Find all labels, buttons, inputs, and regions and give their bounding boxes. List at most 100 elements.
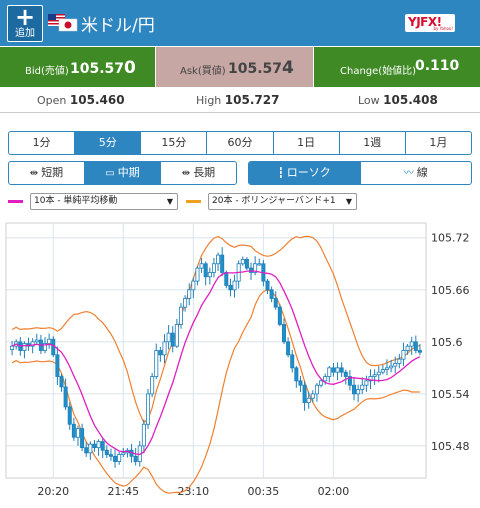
candle-body	[310, 393, 315, 399]
candle-body	[174, 324, 179, 347]
candle-body	[389, 365, 394, 369]
ohl-row: Open 105.460 High 105.727 Low 105.408	[0, 87, 480, 113]
candle-body	[100, 441, 105, 451]
candle-body	[216, 254, 221, 265]
candle-body	[240, 259, 245, 265]
candle-body	[191, 280, 196, 291]
candle-body	[63, 386, 68, 408]
chevron-down-icon: ▼	[166, 197, 173, 206]
bb-indicator: 20本 - ボリンジャーバンド+1 ▼	[186, 193, 358, 210]
candle-body	[352, 384, 357, 395]
candle-body	[413, 341, 418, 351]
term-short-button[interactable]: ⇹ 短期	[9, 162, 85, 184]
timeframe-tab[interactable]: 5分	[75, 132, 142, 154]
change-label: Change(始値比)	[340, 66, 417, 77]
candle-body	[306, 397, 311, 403]
term-mid-button[interactable]: ▭ 中期	[85, 162, 161, 184]
x-tick-label: 20:20	[37, 485, 69, 498]
ask-pip: 4	[282, 58, 294, 78]
change-panel: Change(始値比) 0.110	[314, 47, 480, 87]
timeframe-tab[interactable]: 1月	[406, 132, 471, 154]
candle-body	[88, 443, 93, 454]
candle-body	[220, 254, 225, 273]
candle-body	[302, 384, 307, 403]
timeframe-tab[interactable]: 1分	[9, 132, 76, 154]
candle-body	[265, 280, 270, 291]
candle-body	[372, 374, 377, 377]
candle-body	[232, 280, 237, 291]
candle-body	[67, 406, 72, 425]
timeframe-tabs: 1分 5分 15分 60分 1日 1週 1月	[8, 131, 472, 155]
candle-body	[55, 354, 60, 377]
candle-icon: ┇	[277, 168, 284, 179]
candle-body	[257, 263, 262, 266]
candle-button[interactable]: ┇ ローソク	[249, 162, 361, 184]
candle-body	[158, 350, 163, 356]
line-button[interactable]: 〰線	[361, 162, 472, 184]
candle-body	[298, 380, 303, 386]
candle-body	[71, 423, 76, 438]
candle-body	[104, 449, 109, 455]
candle-body	[166, 332, 171, 343]
timeframe-tab[interactable]: 1週	[340, 132, 406, 154]
candle-body	[108, 454, 113, 457]
candle-body	[273, 298, 278, 308]
candle-body	[80, 428, 85, 449]
top-bar: + 追加 米ドル/円 YJFX! by Yahoo!	[0, 0, 480, 46]
logo-sub: by Yahoo!	[433, 26, 453, 31]
candle-body	[154, 350, 159, 377]
y-tick-label: 105.6	[431, 336, 463, 349]
candle-body	[133, 455, 138, 462]
x-tick-label: 21:45	[107, 485, 139, 498]
timeframe-tab[interactable]: 1日	[274, 132, 340, 154]
open-stat: Open 105.460	[37, 93, 125, 107]
candle-body	[331, 367, 336, 373]
candle-body	[203, 263, 208, 278]
candle-body	[397, 358, 402, 364]
candle-body	[319, 380, 324, 386]
ask-panel[interactable]: Ask(買値) 105.574	[156, 47, 313, 87]
candle-body	[75, 428, 80, 438]
y-tick-label: 105.48	[431, 440, 470, 453]
plus-icon: +	[14, 3, 36, 31]
candle-body	[409, 341, 414, 347]
candle-body	[207, 272, 212, 278]
add-button[interactable]: + 追加	[7, 5, 43, 42]
bb-select[interactable]: 20本 - ボリンジャーバンド+1 ▼	[208, 193, 357, 210]
pair-title: 米ドル/円	[81, 16, 155, 36]
candle-body	[417, 350, 422, 353]
price-chart[interactable]: 105.72105.66105.6105.54105.4820:20 21:45 2…	[0, 215, 480, 508]
candle-body	[401, 350, 406, 360]
timeframe-tab[interactable]: 60分	[207, 132, 274, 154]
candle-body	[113, 455, 118, 462]
candle-body	[405, 345, 410, 351]
candle-body	[183, 298, 188, 308]
ma-select[interactable]: 10本 - 単純平均移動 ▼	[30, 193, 178, 210]
candle-body	[59, 376, 64, 388]
chevron-down-icon: ▼	[345, 197, 352, 206]
candle-body	[34, 339, 39, 343]
candle-body	[146, 393, 151, 425]
timeframe-tab[interactable]: 15分	[141, 132, 208, 154]
candle-body	[10, 345, 15, 351]
bid-pip: 0	[124, 58, 136, 78]
candle-body	[84, 447, 89, 454]
candle-body	[360, 384, 365, 390]
term-long-button[interactable]: ⇹ 長期	[161, 162, 236, 184]
low-stat: Low 105.408	[358, 93, 438, 107]
ma-color-swatch	[8, 200, 23, 203]
candle-body	[22, 343, 27, 351]
candle-body	[356, 389, 361, 395]
candle-body	[51, 338, 56, 356]
bb-color-swatch	[186, 200, 201, 203]
yjfx-logo: YJFX! by Yahoo!	[405, 14, 455, 32]
candle-body	[211, 263, 216, 273]
bid-panel[interactable]: Bid(売値) 105.570	[0, 47, 155, 87]
candle-body	[141, 423, 146, 447]
change-value: 0.110	[415, 58, 460, 74]
chart-type-selector: ┇ ローソク 〰線	[248, 161, 472, 185]
candle-body	[376, 371, 381, 376]
candle-body	[393, 363, 398, 367]
candle-body	[314, 384, 319, 395]
candle-body	[199, 263, 204, 269]
